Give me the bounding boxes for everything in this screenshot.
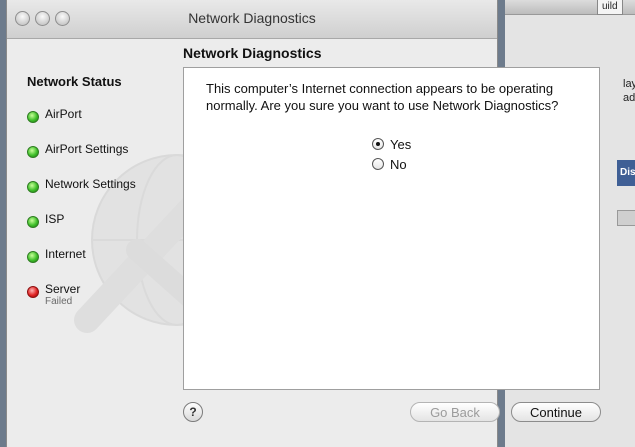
- network-status-sidebar: Network Status AirPort AirPort Settings …: [27, 74, 187, 317]
- status-item-airport: AirPort: [27, 107, 187, 142]
- radio-unselected-icon[interactable]: [372, 158, 384, 170]
- background-window-button[interactable]: Dis: [617, 160, 635, 186]
- radio-selected-icon[interactable]: [372, 138, 384, 150]
- go-back-button[interactable]: Go Back: [410, 402, 500, 422]
- status-label: AirPort Settings: [45, 142, 129, 156]
- status-green-led-icon: [27, 111, 39, 123]
- status-item-server: Server Failed: [27, 282, 187, 317]
- status-sublabel: Failed: [45, 296, 73, 307]
- status-red-led-icon: [27, 286, 39, 298]
- status-label: ISP: [45, 212, 65, 226]
- radio-label[interactable]: Yes: [390, 137, 411, 152]
- title-bar[interactable]: Network Diagnostics: [7, 0, 497, 39]
- status-label: AirPort: [45, 107, 82, 121]
- background-window-control[interactable]: [617, 210, 635, 226]
- help-button[interactable]: ?: [183, 402, 203, 422]
- status-item-isp: ISP: [27, 212, 187, 247]
- sidebar-heading: Network Status: [27, 74, 122, 89]
- radio-label[interactable]: No: [390, 157, 407, 172]
- status-item-airport-settings: AirPort Settings: [27, 142, 187, 177]
- window-title: Network Diagnostics: [188, 10, 316, 26]
- question-text: This computer’s Internet connection appe…: [206, 81, 559, 113]
- status-green-led-icon: [27, 181, 39, 193]
- content-title: Network Diagnostics: [183, 45, 322, 61]
- background-window-text: ad: [623, 92, 635, 104]
- content-panel: This computer’s Internet connection appe…: [183, 67, 600, 390]
- background-window-text: lay: [623, 78, 635, 90]
- status-label: Server: [45, 282, 81, 296]
- status-label: Internet: [45, 247, 86, 261]
- status-green-led-icon: [27, 251, 39, 263]
- background-window-tab[interactable]: uild: [597, 0, 623, 15]
- status-item-network-settings: Network Settings: [27, 177, 187, 212]
- status-green-led-icon: [27, 216, 39, 228]
- status-green-led-icon: [27, 146, 39, 158]
- status-label: Network Settings: [45, 177, 136, 191]
- continue-button[interactable]: Continue: [511, 402, 601, 422]
- network-diagnostics-window: Network Diagnostics Network Status AirPo…: [6, 0, 601, 447]
- status-item-internet: Internet: [27, 247, 187, 282]
